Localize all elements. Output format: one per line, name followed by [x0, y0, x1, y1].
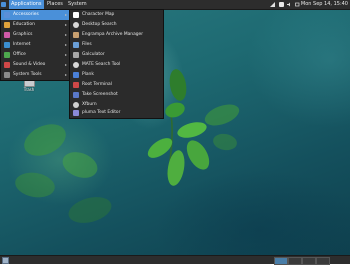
education-icon	[4, 22, 10, 28]
update-icon[interactable]	[279, 2, 284, 7]
menu-item-plank[interactable]: Plank	[70, 70, 163, 80]
submenu-arrow-icon: ▸	[64, 52, 67, 57]
menu-item-mate-search-tool[interactable]: MATE Search Tool	[70, 60, 163, 70]
submenu-arrow-icon: ▸	[64, 22, 67, 27]
archive-icon	[73, 32, 79, 38]
menu-item-files[interactable]: Files	[70, 40, 163, 50]
menu-item-pluma[interactable]: pluma Text Editor	[70, 108, 163, 118]
accessories-icon	[4, 12, 10, 18]
plank-icon	[73, 72, 79, 78]
category-label: Education	[13, 22, 35, 27]
workspace-4[interactable]	[316, 257, 330, 265]
internet-icon	[4, 42, 10, 48]
folder-icon	[73, 42, 79, 48]
category-education[interactable]: Education ▸	[1, 20, 69, 30]
network-icon[interactable]	[270, 2, 275, 7]
sound-video-icon	[4, 62, 10, 68]
menu-item-label: Take Screenshot	[82, 92, 118, 97]
search-icon	[73, 22, 79, 28]
category-sound-video[interactable]: Sound & Video ▸	[1, 60, 69, 70]
menu-item-label: Galculator	[82, 52, 105, 57]
submenu-arrow-icon: ▸	[64, 32, 67, 37]
system-menu-button[interactable]: System	[66, 0, 89, 9]
menu-item-label: Character Map	[82, 12, 115, 17]
category-label: Graphics	[13, 32, 33, 37]
workspace-2[interactable]	[288, 257, 302, 265]
terminal-icon	[73, 82, 79, 88]
clock[interactable]: Mon Sep 14, 15:40	[301, 0, 348, 9]
system-tools-icon	[4, 72, 10, 78]
menu-item-label: Files	[82, 42, 92, 47]
category-office[interactable]: Office ▸	[1, 50, 69, 60]
places-menu-button[interactable]: Places	[45, 0, 65, 9]
menu-item-take-screenshot[interactable]: Take Screenshot	[70, 90, 163, 100]
text-editor-icon	[73, 110, 79, 116]
calculator-icon	[73, 52, 79, 58]
category-accessories[interactable]: Accessories ▸	[1, 10, 69, 20]
menu-item-label: Engrampa Archive Manager	[82, 32, 144, 37]
menu-item-engrampa[interactable]: Engrampa Archive Manager	[70, 30, 163, 40]
graphics-icon	[4, 32, 10, 38]
search-tool-icon	[73, 62, 79, 68]
category-graphics[interactable]: Graphics ▸	[1, 30, 69, 40]
category-label: System Tools	[13, 72, 42, 77]
battery-icon[interactable]	[295, 2, 300, 7]
apps-logo-icon[interactable]	[1, 2, 6, 7]
workspace-3[interactable]	[302, 257, 316, 265]
submenu-arrow-icon: ▸	[64, 62, 67, 67]
menu-item-label: Desktop Search	[82, 22, 117, 27]
category-label: Office	[13, 52, 26, 57]
character-map-icon	[73, 12, 79, 18]
menu-item-root-terminal[interactable]: Root Terminal	[70, 80, 163, 90]
category-label: Internet	[13, 42, 31, 47]
applications-menu: Accessories ▸ Education ▸ Graphics ▸ Int…	[0, 9, 70, 81]
category-system-tools[interactable]: System Tools ▸	[1, 70, 69, 80]
accessories-submenu: Character Map Desktop Search Engrampa Ar…	[69, 9, 164, 119]
menu-item-galculator[interactable]: Galculator	[70, 50, 163, 60]
category-label: Accessories	[13, 12, 39, 17]
menu-item-label: pluma Text Editor	[82, 110, 121, 115]
screenshot-icon	[73, 92, 79, 98]
workspace-1[interactable]	[274, 257, 288, 265]
submenu-arrow-icon: ▸	[64, 42, 67, 47]
trash-label: Trash	[23, 87, 35, 92]
category-internet[interactable]: Internet ▸	[1, 40, 69, 50]
submenu-arrow-icon: ▸	[64, 12, 67, 17]
volume-icon[interactable]	[287, 2, 292, 7]
office-icon	[4, 52, 10, 58]
submenu-arrow-icon: ▸	[64, 72, 67, 77]
menu-item-character-map[interactable]: Character Map	[70, 10, 163, 20]
menu-item-label: Plank	[82, 72, 94, 77]
menu-item-desktop-search[interactable]: Desktop Search	[70, 20, 163, 30]
menu-item-label: MATE Search Tool	[82, 62, 121, 67]
applications-menu-button[interactable]: Applications	[9, 0, 44, 9]
category-label: Sound & Video	[13, 62, 46, 67]
menu-item-label: Root Terminal	[82, 82, 112, 87]
